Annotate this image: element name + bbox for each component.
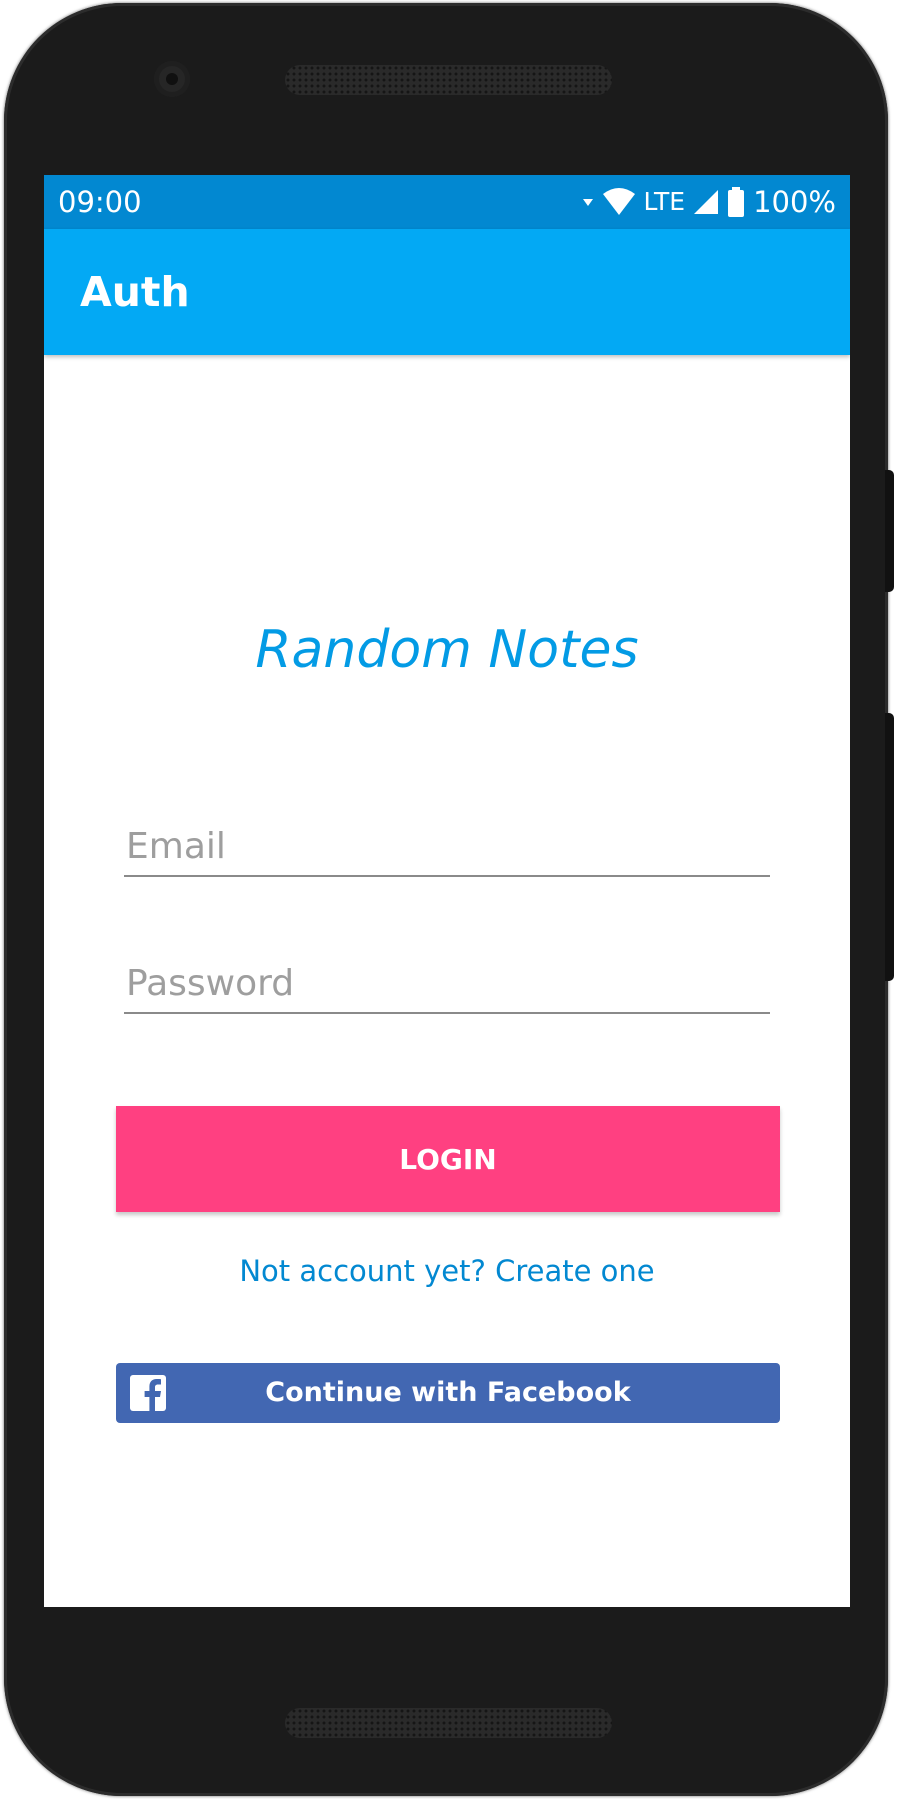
battery-icon bbox=[728, 187, 745, 217]
battery-level: 100% bbox=[753, 185, 836, 219]
status-indicators: LTE 100% bbox=[582, 184, 836, 220]
bottom-speaker bbox=[285, 1708, 612, 1738]
app-bar: Auth bbox=[44, 229, 850, 355]
screen: 09:00 LTE 100% Auth Random Notes LOGIN N… bbox=[44, 175, 850, 1607]
network-type: LTE bbox=[643, 187, 686, 216]
earpiece-speaker bbox=[285, 65, 612, 95]
power-button bbox=[885, 713, 894, 981]
email-field[interactable] bbox=[124, 817, 770, 877]
login-button[interactable]: LOGIN bbox=[116, 1106, 780, 1212]
app-bar-title: Auth bbox=[80, 268, 190, 316]
wifi-icon bbox=[602, 188, 635, 215]
app-name-title: Random Notes bbox=[255, 620, 639, 680]
volume-button bbox=[885, 470, 894, 592]
status-bar: 09:00 LTE 100% bbox=[44, 175, 850, 229]
facebook-button-label: Continue with Facebook bbox=[265, 1377, 631, 1408]
status-time: 09:00 bbox=[58, 185, 142, 219]
cellular-icon bbox=[694, 190, 719, 214]
front-camera bbox=[154, 61, 190, 97]
create-account-link[interactable]: Not account yet? Create one bbox=[44, 1251, 850, 1291]
facebook-login-button[interactable]: Continue with Facebook bbox=[116, 1363, 780, 1423]
signal-icon bbox=[582, 199, 593, 206]
password-field[interactable] bbox=[124, 954, 770, 1014]
facebook-icon bbox=[130, 1375, 166, 1411]
